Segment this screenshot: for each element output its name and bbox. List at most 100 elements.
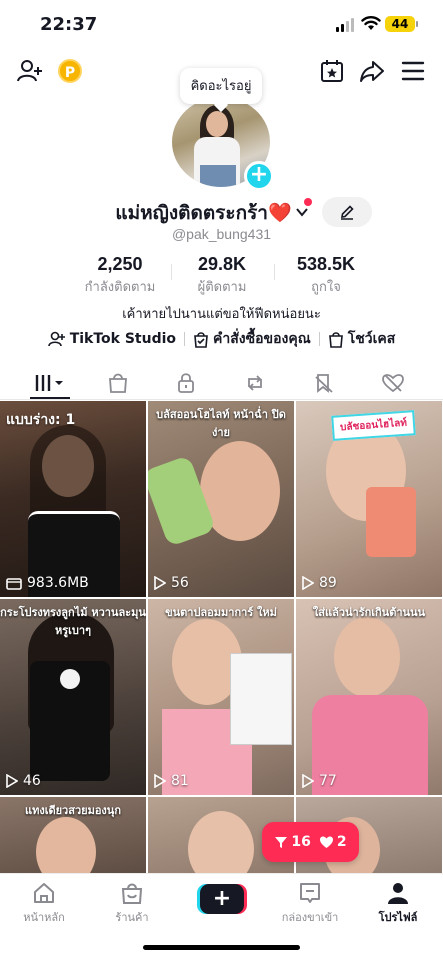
following-stat[interactable]: 2,250 กำลังติดตาม [78,254,162,297]
notification-dot [304,198,312,206]
wifi-icon [361,16,381,30]
status-bar: 22:37 44 [0,0,443,50]
content-tabs [0,366,443,400]
edit-profile-button[interactable] [322,197,372,227]
nav-inbox[interactable]: กล่องขาเข้า [270,880,350,926]
activity-popup[interactable]: 16 2 [262,822,359,862]
video-thumbnail[interactable]: ขนตาปลอมมาการ์ ใหม่ 81 [148,599,294,795]
profile-handle: @pak_bung431 [171,226,272,242]
tab-videos[interactable] [30,366,70,400]
nav-inbox-label: กล่องขาเข้า [281,911,339,924]
shopping-bag-icon [109,373,127,393]
view-count: 81 [171,773,189,789]
nav-home[interactable]: หน้าหลัก [4,880,84,926]
storage-size: 983.6MB [27,575,89,591]
followers-stat[interactable]: 29.8K ผู้ติดตาม [182,254,262,297]
add-story-button[interactable]: + [244,161,274,191]
coin-icon[interactable]: P [58,59,82,83]
add-friend-icon[interactable] [16,57,44,85]
repost-icon [248,375,262,391]
tab-reposts[interactable] [235,366,275,400]
stat-divider [274,264,275,280]
folder-icon [6,577,22,590]
video-caption: ใส่แล้วน่ารักเกินต้านนน [312,606,426,619]
profile-bio: เค้าหายไปนานแต่ขอให้ฟีดหน่อยนะ [122,307,321,322]
video-thumbnail[interactable]: กระโปรงทรงลูกไม้ หวานละมุน หรูเบาๆ 46 [0,599,146,795]
video-caption: แทงเดียวสวยมองนุก [25,804,121,817]
video-caption: ขนตาปลอมมาการ์ ใหม่ [165,606,277,619]
video-views: 56 [154,575,189,591]
orders-link[interactable]: คำสั่งซื้อของคุณ [185,328,319,350]
tiktok-studio-label: TikTok Studio [69,331,177,347]
nav-profile-label: โปรไฟล์ [378,911,418,924]
home-icon [34,883,54,903]
menu-icon[interactable] [399,57,427,85]
home-indicator [143,945,300,950]
video-label: บลัชออนไฮไลท์ [331,410,416,441]
grid-lines-icon [35,375,63,391]
play-icon [6,774,18,788]
nav-shop[interactable]: ร้านค้า [92,880,172,926]
share-icon[interactable] [358,57,386,85]
likes-count: 538.5K [296,254,356,274]
tab-favorites[interactable] [304,366,344,400]
play-icon [302,576,314,590]
showcase-bag-icon [328,331,343,348]
chevron-down-icon[interactable] [295,205,308,221]
play-icon [302,774,314,788]
profile-icon [388,883,408,904]
video-views: 81 [154,773,189,789]
video-caption: กระโปรงทรงลูกไม้ หวานละมุน หรูเบาๆ [0,606,146,637]
tab-shop[interactable] [98,366,138,400]
view-count: 56 [171,575,189,591]
person-plus-icon [47,331,65,347]
video-thumbnail[interactable]: ใส่แล้วน่ารักเกินต้านนน 77 [296,599,442,795]
video-thumbnail[interactable]: แบบร่าง: 1 983.6MB [0,401,146,597]
video-thumbnail[interactable]: บลัชออนไฮไลท์ 89 [296,401,442,597]
activity-likes: 2 [336,834,347,850]
calendar-star-icon[interactable] [318,57,346,85]
activity-views: 16 [291,834,311,850]
order-bag-icon [194,331,208,348]
showcase-link[interactable]: โชว์เคส [320,328,404,350]
video-views: 77 [302,773,337,789]
stat-divider [171,264,172,280]
play-icon [154,774,166,788]
active-tab-indicator [30,397,70,399]
view-count: 46 [23,773,41,789]
tab-liked[interactable] [373,366,413,400]
likes-label: ถูกใจ [311,280,341,295]
video-thumbnail[interactable]: บลัสออนโฮไลท์ หน้าฉ่ำ ปิดง่าย 56 [148,401,294,597]
profile-name: แม่หญิงติดตระกร้า❤️ [115,202,292,224]
view-count: 77 [319,773,337,789]
tiktok-studio-link[interactable]: TikTok Studio [40,331,184,347]
cellular-signal-icon [336,18,354,32]
pencil-icon [341,205,354,220]
followers-label: ผู้ติดตาม [197,280,247,295]
status-time: 22:37 [40,14,98,35]
video-caption: บลัสออนโฮไลท์ หน้าฉ่ำ ปิดง่าย [156,408,286,439]
orders-label: คำสั่งซื้อของคุณ [213,331,311,347]
heart-hidden-icon [382,374,404,393]
funnel-icon [275,837,288,848]
create-button[interactable]: + [200,884,244,914]
nav-shop-label: ร้านค้า [115,911,149,924]
heart-icon [319,836,333,848]
showcase-label: โชว์เคส [347,331,396,347]
following-count: 2,250 [97,254,143,274]
nav-profile[interactable]: โปรไฟล์ [358,880,438,926]
shop-icon [121,883,143,904]
likes-stat[interactable]: 538.5K ถูกใจ [284,254,368,297]
play-icon [154,576,166,590]
video-storage: 983.6MB [6,575,89,591]
video-views: 46 [6,773,41,789]
lock-icon [178,373,194,393]
bookmark-hidden-icon [315,374,333,393]
profile-links: TikTok Studio คำสั่งซื้อของคุณ โชว์เคส [0,328,443,350]
video-thumbnail[interactable]: แทงเดียวสวยมองนุก [0,797,146,873]
nav-home-label: หน้าหลัก [23,911,65,924]
following-label: กำลังติดตาม [84,280,156,295]
tab-private[interactable] [166,366,206,400]
create-icon: + [212,886,232,911]
status-bubble[interactable]: คิดอะไรอยู่ [180,68,262,104]
